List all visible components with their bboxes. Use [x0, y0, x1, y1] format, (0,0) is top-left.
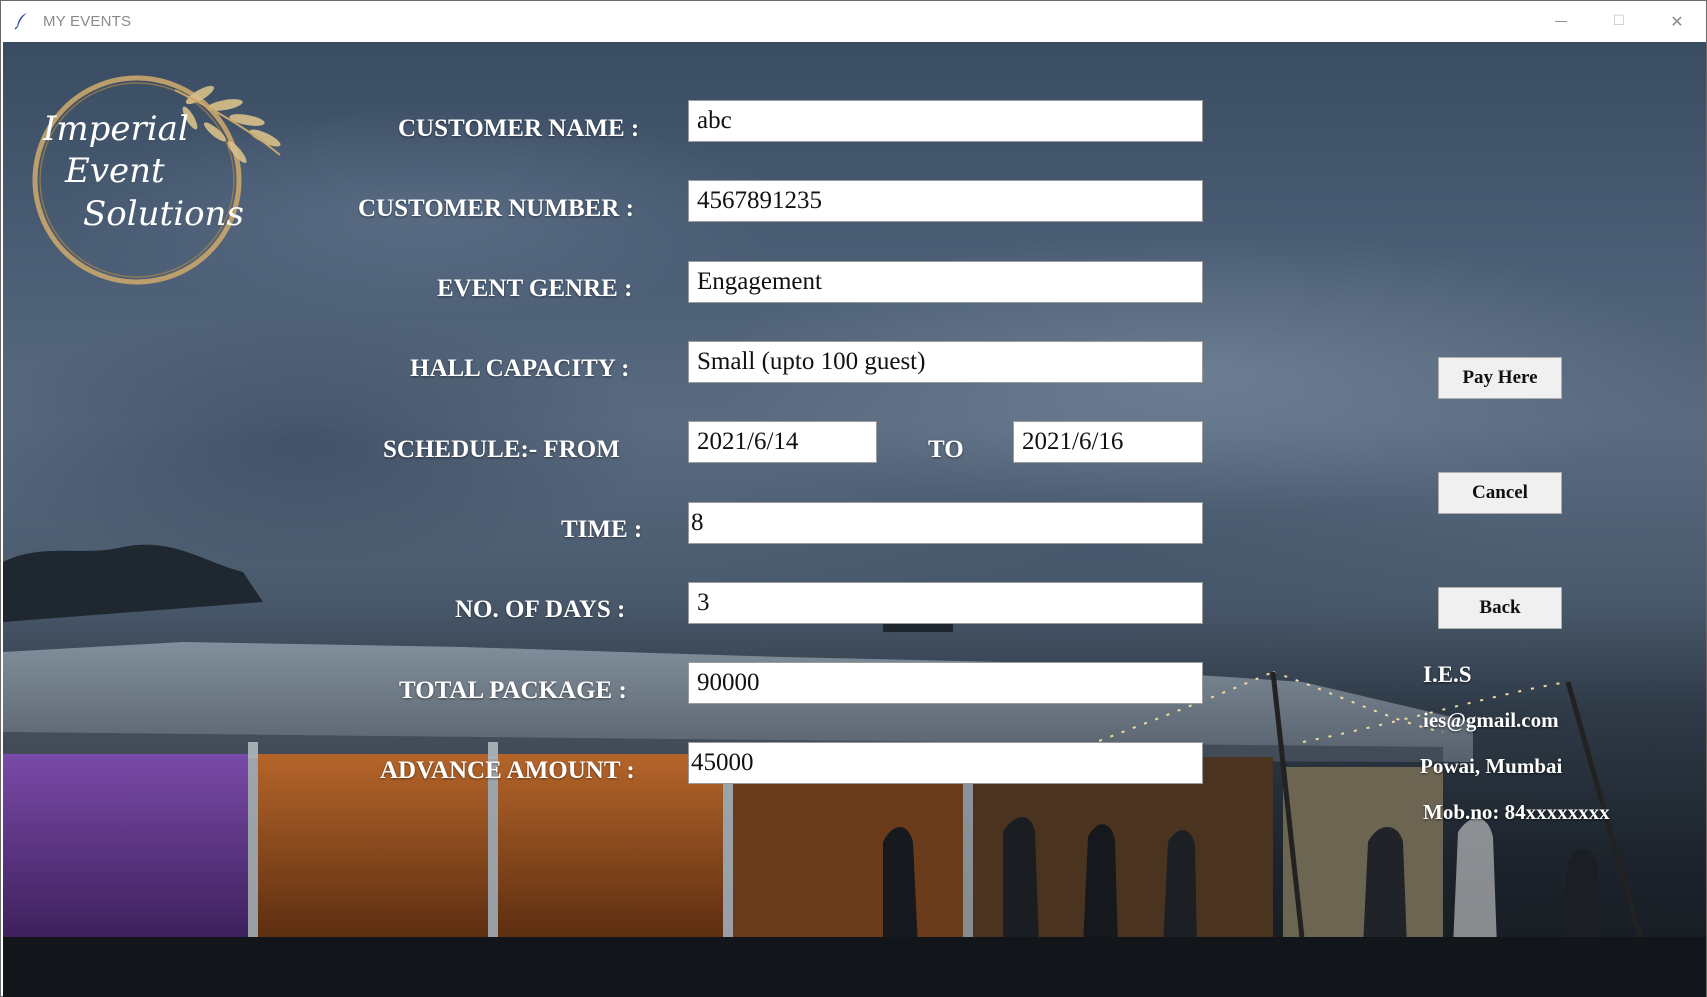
maximize-button[interactable]: ☐	[1590, 1, 1648, 41]
pay-here-button[interactable]: Pay Here	[1438, 357, 1562, 399]
time-label: TIME :	[561, 516, 643, 543]
company-short-name: I.E.S	[1423, 662, 1472, 687]
event-genre-label: EVENT GENRE :	[437, 275, 633, 302]
hall-capacity-label: HALL CAPACITY :	[410, 355, 630, 382]
customer-number-label: CUSTOMER NUMBER :	[358, 195, 634, 222]
maximize-icon: ☐	[1612, 13, 1626, 29]
event-genre-input[interactable]: Engagement	[688, 261, 1203, 303]
schedule-from-input[interactable]: 2021/6/14	[688, 421, 877, 463]
schedule-from-label: SCHEDULE:- FROM	[383, 436, 620, 463]
advance-amount-label: ADVANCE AMOUNT :	[380, 757, 635, 784]
logo-line-1: Imperial	[42, 109, 189, 149]
contact-address: Powai, Mumbai	[1420, 754, 1563, 778]
back-button[interactable]: Back	[1438, 587, 1562, 629]
logo-line-2: Event	[64, 151, 165, 191]
imperial-event-solutions-logo: Imperial Event Solutions	[32, 75, 281, 285]
days-label: NO. OF DAYS :	[455, 596, 626, 623]
background-panel: Imperial Event Solutions CUSTOMER NAME :…	[3, 42, 1706, 997]
minimize-icon: —	[1554, 13, 1568, 29]
customer-number-input[interactable]: 4567891235	[688, 180, 1203, 222]
logo-line-3: Solutions	[83, 194, 244, 234]
close-icon: ✕	[1670, 11, 1684, 31]
advance-amount-input[interactable]: 45000	[688, 742, 1203, 784]
app-window: MY EVENTS — ☐ ✕ Imperial Event Solutions…	[0, 0, 1707, 997]
close-button[interactable]: ✕	[1648, 1, 1706, 41]
customer-name-label: CUSTOMER NAME :	[398, 115, 640, 142]
contact-mobile: Mob.no: 84xxxxxxxx	[1423, 800, 1610, 824]
time-input[interactable]: 8	[688, 502, 1203, 544]
days-input[interactable]: 3	[688, 582, 1203, 624]
total-package-label: TOTAL PACKAGE :	[399, 677, 627, 704]
feather-icon	[14, 13, 27, 30]
schedule-to-label: TO	[928, 436, 964, 463]
window-title: MY EVENTS	[43, 12, 132, 30]
schedule-to-input[interactable]: 2021/6/16	[1013, 421, 1203, 463]
title-bar: MY EVENTS — ☐ ✕	[1, 1, 1706, 41]
minimize-button[interactable]: —	[1532, 1, 1590, 41]
total-package-input[interactable]: 90000	[688, 662, 1203, 704]
customer-name-input[interactable]: abc	[688, 100, 1203, 142]
contact-email: ies@gmail.com	[1423, 708, 1559, 732]
hall-capacity-input[interactable]: Small (upto 100 guest)	[688, 341, 1203, 383]
cancel-button[interactable]: Cancel	[1438, 472, 1562, 514]
